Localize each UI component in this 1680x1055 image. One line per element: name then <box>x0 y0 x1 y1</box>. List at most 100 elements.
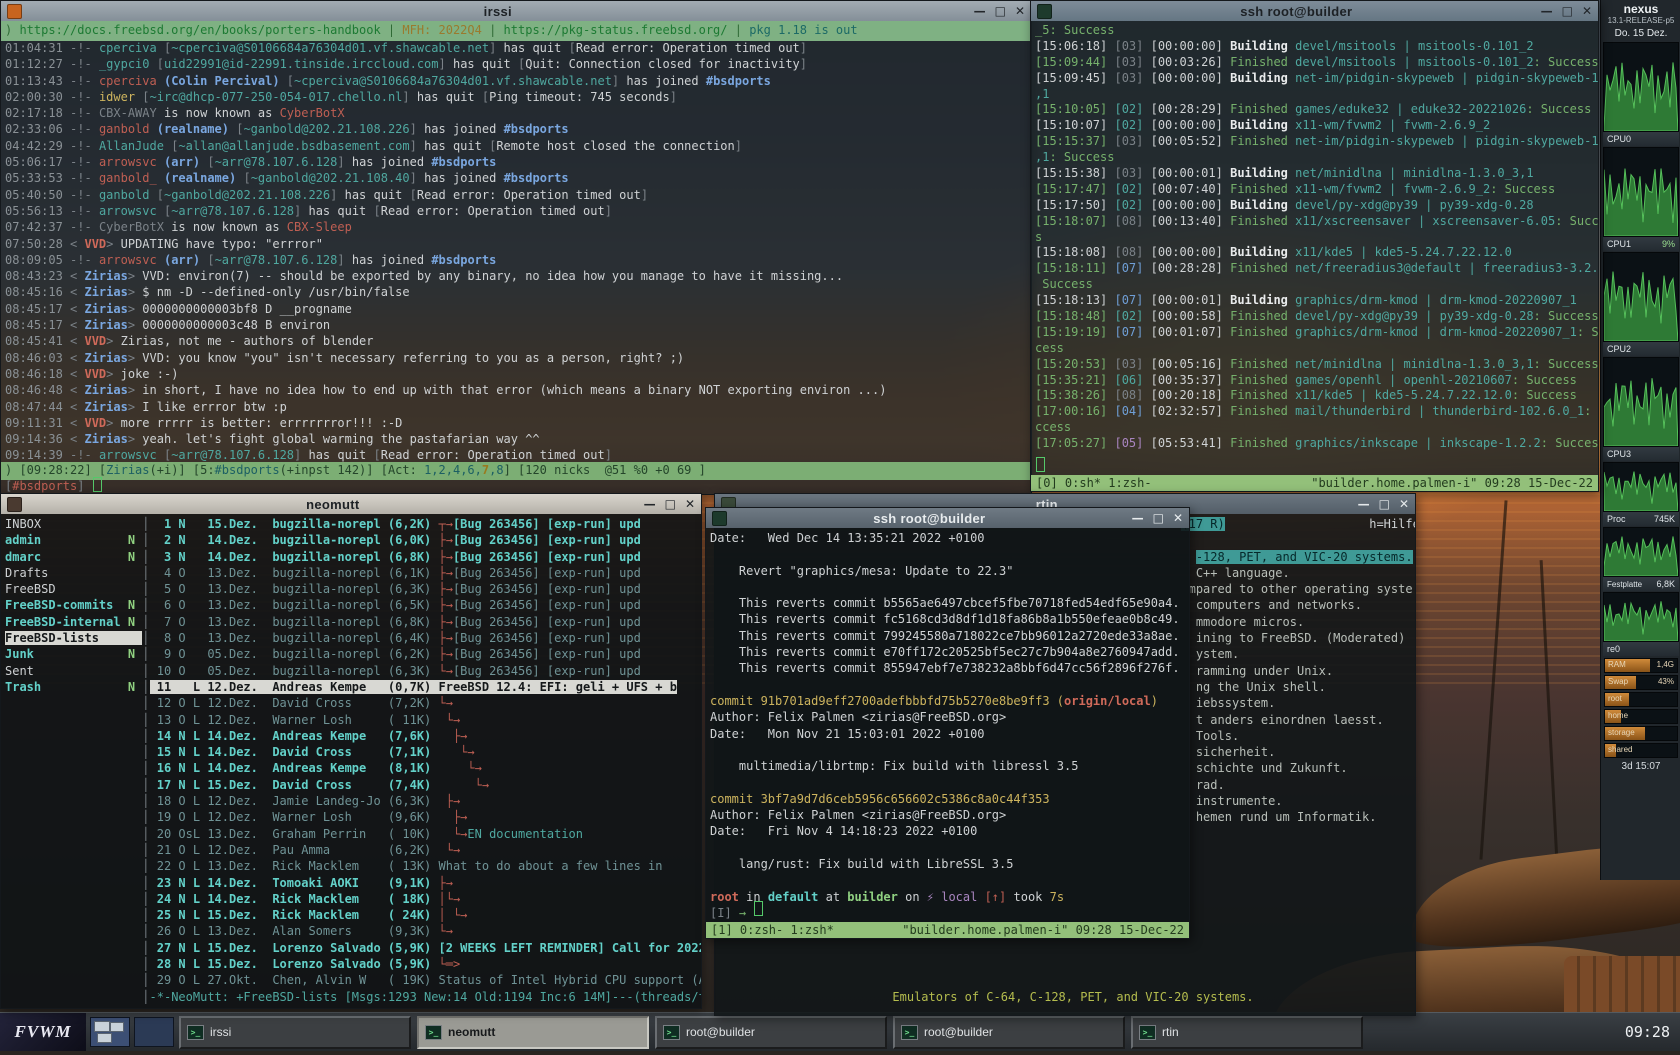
terminal-line: [15:18:07] [08] [00:13:40] Finished x11/… <box>1035 214 1594 230</box>
terminal-line <box>719 956 1411 972</box>
maximize-icon[interactable]: □ <box>1379 494 1390 514</box>
task-label: neomutt <box>448 1025 495 1039</box>
terminal-line: cess <box>1035 341 1594 357</box>
git-log[interactable]: Date: Wed Dec 14 13:35:21 2022 +0100 Rev… <box>706 528 1189 922</box>
mail-index[interactable]: INBOX │ 1 N 15.Dez. bugzilla-norepl (6,2… <box>1 514 701 1008</box>
terminal-line: 05:56:13 -!- arrowsvc [~arr@78.107.6.128… <box>5 203 1027 219</box>
terminal-line <box>710 579 1185 595</box>
terminal-line: Drafts │ 4 O 13.Dez. bugzilla-norepl (6,… <box>5 565 697 581</box>
window-ssh-gitlog[interactable]: ssh root@builder — □ ✕ Date: Wed Dec 14 … <box>705 507 1190 939</box>
net-chart: re0 <box>1603 592 1679 656</box>
terminal-line <box>710 840 1185 856</box>
maximize-icon[interactable]: □ <box>665 494 676 514</box>
fvwm-start-button[interactable]: FVWM <box>0 1013 86 1051</box>
minimize-icon[interactable]: — <box>1132 508 1144 528</box>
fs-meter-storage: storage <box>1604 726 1678 741</box>
terminal-line: 04:42:29 -!- AllanJude [~allan@allanjude… <box>5 138 1027 154</box>
cpu0-graph <box>1603 42 1679 132</box>
terminal-line: [17:05:27] [05] [05:53:41] Finished grap… <box>1035 436 1594 452</box>
terminal-line: [15:18:08] [08] [00:00:00] Building x11/… <box>1035 245 1594 261</box>
close-icon[interactable]: ✕ <box>1399 494 1409 514</box>
cpu1-graph <box>1603 147 1679 237</box>
minimize-icon[interactable]: — <box>1541 1 1553 21</box>
system-monitor-panel[interactable]: nexus 13.1-RELEASE-p5 Do. 15 Dez. CPU0 C… <box>1600 0 1680 880</box>
window-title: neomutt <box>28 497 638 512</box>
close-icon[interactable]: ✕ <box>1015 1 1025 21</box>
titlebar[interactable]: irssi — □ ✕ <box>1 1 1031 21</box>
terminal-line: 05:06:17 -!- arrowsvc (arr) [~arr@78.107… <box>5 154 1027 170</box>
taskbar-item-neomutt[interactable]: >_ neomutt <box>417 1016 649 1049</box>
close-icon[interactable]: ✕ <box>1582 1 1592 21</box>
terminal-line: │ 29 O L 27.Okt. Chen, Alvin W ( 19K) St… <box>5 972 697 988</box>
irssi-chat-log[interactable]: 01:04:31 -!- cperciva [~cperciva@S010668… <box>1 38 1031 466</box>
minimize-icon[interactable]: — <box>1358 494 1370 514</box>
terminal-line: [15:38:26] [08] [00:20:18] Finished x11/… <box>1035 388 1594 404</box>
proc-label: Proc <box>1607 514 1626 524</box>
terminal-line: multimedia/librtmp: Fix build with libre… <box>710 758 1185 774</box>
taskbar-item-builder-1[interactable]: >_ root@builder <box>655 1016 887 1049</box>
close-icon[interactable]: ✕ <box>685 494 695 514</box>
window-title: ssh root@builder <box>733 511 1126 526</box>
terminal-line: [15:10:05] [02] [00:28:29] Finished game… <box>1035 102 1594 118</box>
swap-label: Swap <box>1608 677 1628 686</box>
neomutt-terminal[interactable]: INBOX │ 1 N 15.Dez. bugzilla-norepl (6,2… <box>1 514 701 1008</box>
disk-label: Festplatte <box>1607 580 1642 589</box>
build-log[interactable]: _5: Success[15:06:18] [03] [00:00:00] Bu… <box>1031 21 1598 475</box>
pager-desk-2[interactable] <box>134 1017 174 1047</box>
minimize-icon[interactable]: — <box>974 1 986 21</box>
terminal-line: │ 16 N L 14.Dez. Andreas Kempe (8,1K) └→ <box>5 760 697 776</box>
terminal-line: root in default at builder on ⚡ local [↑… <box>710 889 1185 905</box>
taskbar-item-rtin[interactable]: >_ rtin <box>1131 1016 1363 1049</box>
taskbar-item-builder-2[interactable]: >_ root@builder <box>893 1016 1125 1049</box>
terminal-line: │ 13 O L 12.Dez. Warner Losh ( 11K) └→ <box>5 712 697 728</box>
taskbar[interactable]: FVWM >_ irssi >_ neomutt >_ root@builder… <box>0 1012 1680 1051</box>
terminal-line: [15:15:38] [03] [00:00:01] Building net/… <box>1035 166 1594 182</box>
terminal-line: admin N │ 2 N 14.Dez. bugzilla-norepl (6… <box>5 532 697 548</box>
taskbar-item-irssi[interactable]: >_ irssi <box>179 1016 411 1049</box>
terminal-icon: >_ <box>901 1025 918 1040</box>
panel-date: Do. 15 Dez. <box>1601 26 1680 41</box>
terminal-line: FreeBSD │ 5 O 13.Dez. bugzilla-norepl (6… <box>5 581 697 597</box>
terminal-line: 08:43:23 < Zirias> VVD: environ(7) -- sh… <box>5 268 1027 284</box>
terminal-line: ) [09:28:22] [Zirias(+i)] [5:#bsdports(+… <box>5 462 1027 478</box>
window-irssi[interactable]: irssi — □ ✕ ) https://docs.freebsd.org/e… <box>0 0 1032 495</box>
terminal-line: Success <box>1035 277 1594 293</box>
maximize-icon[interactable]: □ <box>1153 508 1164 528</box>
terminal-line: Date: Mon Nov 21 15:03:01 2022 +0100 <box>710 726 1185 742</box>
disk-value: 6,8K <box>1656 579 1675 589</box>
cpu1-chart: CPU19% <box>1603 147 1679 251</box>
window-neomutt[interactable]: neomutt — □ ✕ INBOX │ 1 N 15.Dez. bugzil… <box>0 493 702 1009</box>
titlebar[interactable]: ssh root@builder — □ ✕ <box>706 508 1189 528</box>
terminal-line <box>710 774 1185 790</box>
titlebar[interactable]: ssh root@builder — □ ✕ <box>1031 1 1598 21</box>
terminal-line: 01:13:43 -!- cperciva (Colin Percival) [… <box>5 73 1027 89</box>
close-icon[interactable]: ✕ <box>1173 508 1183 528</box>
maximize-icon[interactable]: □ <box>1562 1 1573 21</box>
window-ssh-builder-log[interactable]: ssh root@builder — □ ✕ _5: Success[15:06… <box>1030 0 1599 492</box>
irssi-terminal[interactable]: ) https://docs.freebsd.org/en/books/port… <box>1 21 1031 494</box>
net-graph <box>1603 592 1679 642</box>
titlebar[interactable]: neomutt — □ ✕ <box>1 494 701 514</box>
terminal-line: commit 3bf7a9d7d6ceb5956c656602c5386c8a0… <box>710 791 1185 807</box>
tmux-status-bar: [0] 0:sh* 1:zsh- "builder.home.palmen-i"… <box>1031 475 1598 491</box>
terminal-line: [#bsdports] <box>5 478 1027 494</box>
terminal-line: _5: Success <box>1035 23 1594 39</box>
gitlog-terminal[interactable]: Date: Wed Dec 14 13:35:21 2022 +0100 Rev… <box>706 528 1189 938</box>
terminal-line: [15:35:21] [06] [00:35:37] Finished game… <box>1035 373 1594 389</box>
terminal-line: Author: Felix Palmen <zirias@FreeBSD.org… <box>710 807 1185 823</box>
terminal-line: 08:09:05 -!- arrowsvc (arr) [~arr@78.107… <box>5 252 1027 268</box>
minimize-icon[interactable]: — <box>644 494 656 514</box>
terminal-line: │ 27 N L 15.Dez. Lorenzo Salvado (5,9K) … <box>5 940 697 956</box>
terminal-line: [15:17:47] [02] [00:07:40] Finished x11-… <box>1035 182 1594 198</box>
taskbar-clock: 09:28 <box>1625 1023 1670 1041</box>
maximize-icon[interactable]: □ <box>995 1 1006 21</box>
terminal-line: commit 91b701ad9eff2700adefbbbfd75b5270e… <box>710 693 1185 709</box>
terminal-line: 05:40:50 -!- ganbold [~ganbold@202.21.10… <box>5 187 1027 203</box>
terminal-line: │ 12 O L 12.Dez. David Cross (7,2K) └→ <box>5 695 697 711</box>
cpu0-label: CPU0 <box>1607 134 1631 144</box>
terminal-line: Sent │ 10 O 05.Dez. bugzilla-norepl (6,3… <box>5 663 697 679</box>
terminal-line <box>719 972 1411 988</box>
terminal-line: ccess <box>1035 420 1594 436</box>
pager-desk-1[interactable] <box>90 1017 130 1047</box>
builder-terminal[interactable]: _5: Success[15:06:18] [03] [00:00:00] Bu… <box>1031 21 1598 491</box>
